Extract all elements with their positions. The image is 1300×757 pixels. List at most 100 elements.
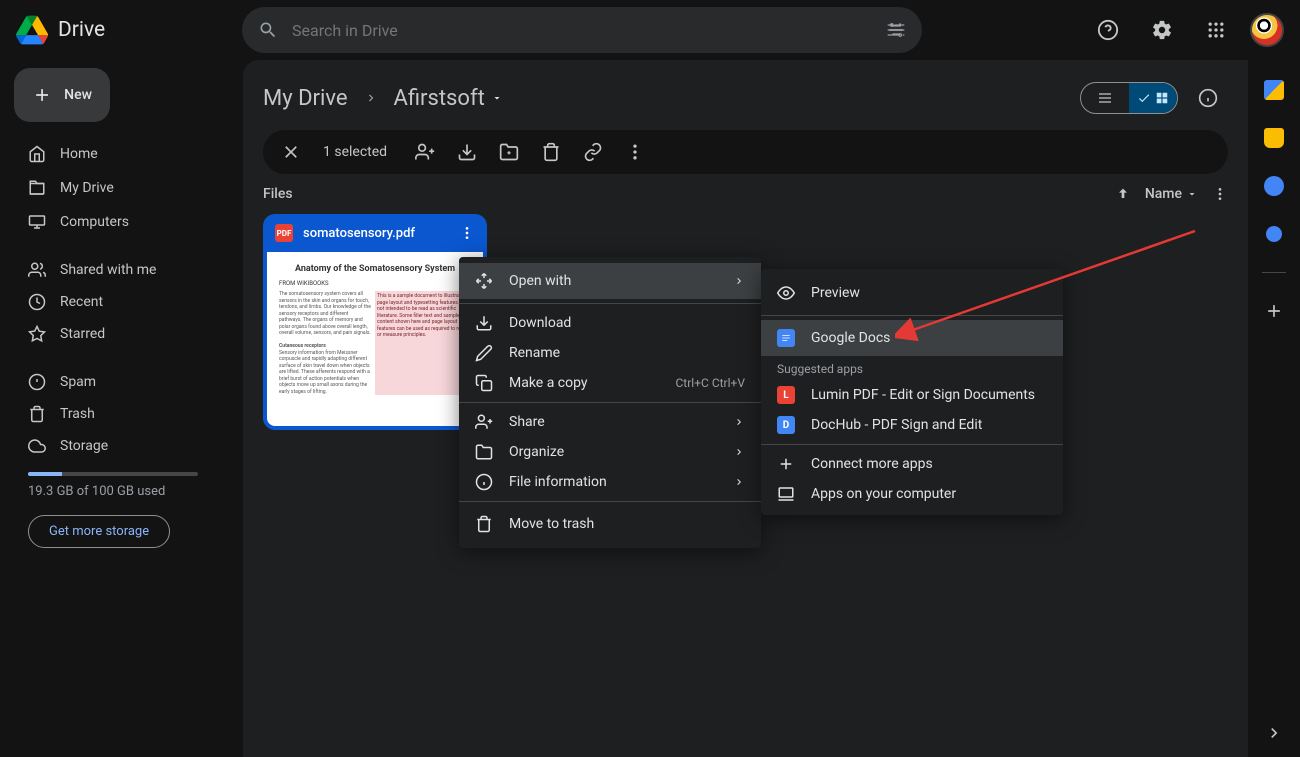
laptop-icon xyxy=(777,485,795,503)
menu-open-with[interactable]: Open with xyxy=(459,263,761,299)
grid-view-button[interactable] xyxy=(1129,83,1177,113)
breadcrumb-current[interactable]: Afirstsoft xyxy=(394,86,503,111)
breadcrumb: My Drive Afirstsoft xyxy=(263,78,1228,118)
storage-bar xyxy=(28,472,198,476)
contacts-icon[interactable] xyxy=(1264,224,1284,244)
trash-icon xyxy=(475,515,493,533)
sort-dropdown-icon xyxy=(1186,188,1198,200)
nav-trash[interactable]: Trash xyxy=(14,398,229,430)
breadcrumb-root[interactable]: My Drive xyxy=(263,86,348,111)
submenu-computer[interactable]: Apps on your computer xyxy=(761,479,1063,509)
organize-icon xyxy=(475,443,493,461)
share-person-icon[interactable] xyxy=(415,142,435,162)
file-name: somatosensory.pdf xyxy=(303,226,415,241)
nav-shared[interactable]: Shared with me xyxy=(14,254,229,286)
submenu-google-docs[interactable]: Google Docs xyxy=(761,320,1063,356)
chevron-right-icon xyxy=(733,416,745,428)
selection-toolbar: 1 selected xyxy=(263,130,1228,174)
nav-recent[interactable]: Recent xyxy=(14,286,229,318)
menu-copy[interactable]: Make a copyCtrl+C Ctrl+V xyxy=(459,368,761,398)
file-card[interactable]: PDF somatosensory.pdf Anatomy of the Som… xyxy=(263,214,487,430)
close-selection-icon[interactable] xyxy=(281,142,301,162)
chevron-right-icon xyxy=(364,91,378,105)
list-view-button[interactable] xyxy=(1081,83,1129,113)
menu-rename[interactable]: Rename xyxy=(459,338,761,368)
submenu-dochub[interactable]: DDocHub - PDF Sign and Edit xyxy=(761,410,1063,440)
header: Drive xyxy=(0,0,1300,60)
pdf-icon: PDF xyxy=(275,224,293,242)
menu-file-info[interactable]: File information xyxy=(459,467,761,497)
view-toggle[interactable] xyxy=(1080,82,1178,114)
suggested-label: Suggested apps xyxy=(761,356,1063,380)
dochub-icon: D xyxy=(777,416,795,434)
search-bar[interactable] xyxy=(242,7,922,53)
chevron-right-icon xyxy=(733,275,745,287)
link-icon[interactable] xyxy=(583,142,603,162)
nav-home[interactable]: Home xyxy=(14,138,229,170)
header-actions xyxy=(1088,10,1284,50)
nav-starred[interactable]: Starred xyxy=(14,318,229,350)
search-input[interactable] xyxy=(292,21,872,40)
files-header: Files Name xyxy=(263,186,1228,202)
drive-logo-icon xyxy=(16,14,48,46)
storage-text: 19.3 GB of 100 GB used xyxy=(14,484,229,499)
keep-icon[interactable] xyxy=(1264,128,1284,148)
calendar-icon[interactable] xyxy=(1264,80,1284,100)
more-icon[interactable] xyxy=(625,142,645,162)
open-with-submenu: Preview Google Docs Suggested apps LLumi… xyxy=(761,269,1063,515)
search-icon xyxy=(258,20,278,40)
file-more-icon[interactable] xyxy=(459,225,475,241)
sort-label[interactable]: Name xyxy=(1145,186,1198,202)
app-name: Drive xyxy=(58,18,105,42)
chevron-right-icon xyxy=(733,446,745,458)
plus-icon xyxy=(777,455,795,473)
nav-storage[interactable]: Storage xyxy=(14,430,229,462)
get-storage-button[interactable]: Get more storage xyxy=(28,515,170,548)
trash-icon[interactable] xyxy=(541,142,561,162)
sort-direction-icon[interactable] xyxy=(1115,186,1131,202)
rename-icon xyxy=(475,344,493,362)
nav-spam[interactable]: Spam xyxy=(14,366,229,398)
docs-icon xyxy=(777,329,795,347)
search-options-icon[interactable] xyxy=(886,20,906,40)
apps-button[interactable] xyxy=(1196,10,1236,50)
plus-icon xyxy=(32,84,52,106)
context-menu: Open with Download Rename Make a copyCtr… xyxy=(459,257,761,548)
move-icon[interactable] xyxy=(499,142,519,162)
submenu-lumin[interactable]: LLumin PDF - Edit or Sign Documents xyxy=(761,380,1063,410)
info-button[interactable] xyxy=(1188,78,1228,118)
sidebar: New Home My Drive Computers Shared with … xyxy=(0,60,243,757)
submenu-preview[interactable]: Preview xyxy=(761,275,1063,311)
collapse-panel-icon[interactable] xyxy=(1264,723,1284,743)
menu-share[interactable]: Share xyxy=(459,407,761,437)
lumin-icon: L xyxy=(777,386,795,404)
download-icon xyxy=(475,314,493,332)
menu-organize[interactable]: Organize xyxy=(459,437,761,467)
logo-area[interactable]: Drive xyxy=(16,14,226,46)
side-panel xyxy=(1248,60,1300,757)
eye-icon xyxy=(777,284,795,302)
settings-button[interactable] xyxy=(1142,10,1182,50)
new-button[interactable]: New xyxy=(14,68,110,122)
add-panel-icon[interactable] xyxy=(1264,301,1284,321)
info-icon xyxy=(475,473,493,491)
tasks-icon[interactable] xyxy=(1264,176,1284,196)
menu-download[interactable]: Download xyxy=(459,308,761,338)
account-avatar[interactable] xyxy=(1250,13,1284,47)
copy-icon xyxy=(475,374,493,392)
menu-trash[interactable]: Move to trash xyxy=(459,506,761,542)
download-icon[interactable] xyxy=(457,142,477,162)
share-icon xyxy=(475,413,493,431)
help-button[interactable] xyxy=(1088,10,1128,50)
nav-my-drive[interactable]: My Drive xyxy=(14,172,229,204)
new-label: New xyxy=(64,87,92,103)
nav-computers[interactable]: Computers xyxy=(14,206,229,238)
chevron-right-icon xyxy=(733,476,745,488)
files-heading: Files xyxy=(263,186,293,202)
files-more-icon[interactable] xyxy=(1212,186,1228,202)
file-thumbnail: Anatomy of the Somatosensory System FROM… xyxy=(263,252,487,430)
dropdown-icon xyxy=(491,92,503,104)
open-with-icon xyxy=(475,272,493,290)
selection-count: 1 selected xyxy=(323,144,387,160)
submenu-connect[interactable]: Connect more apps xyxy=(761,449,1063,479)
